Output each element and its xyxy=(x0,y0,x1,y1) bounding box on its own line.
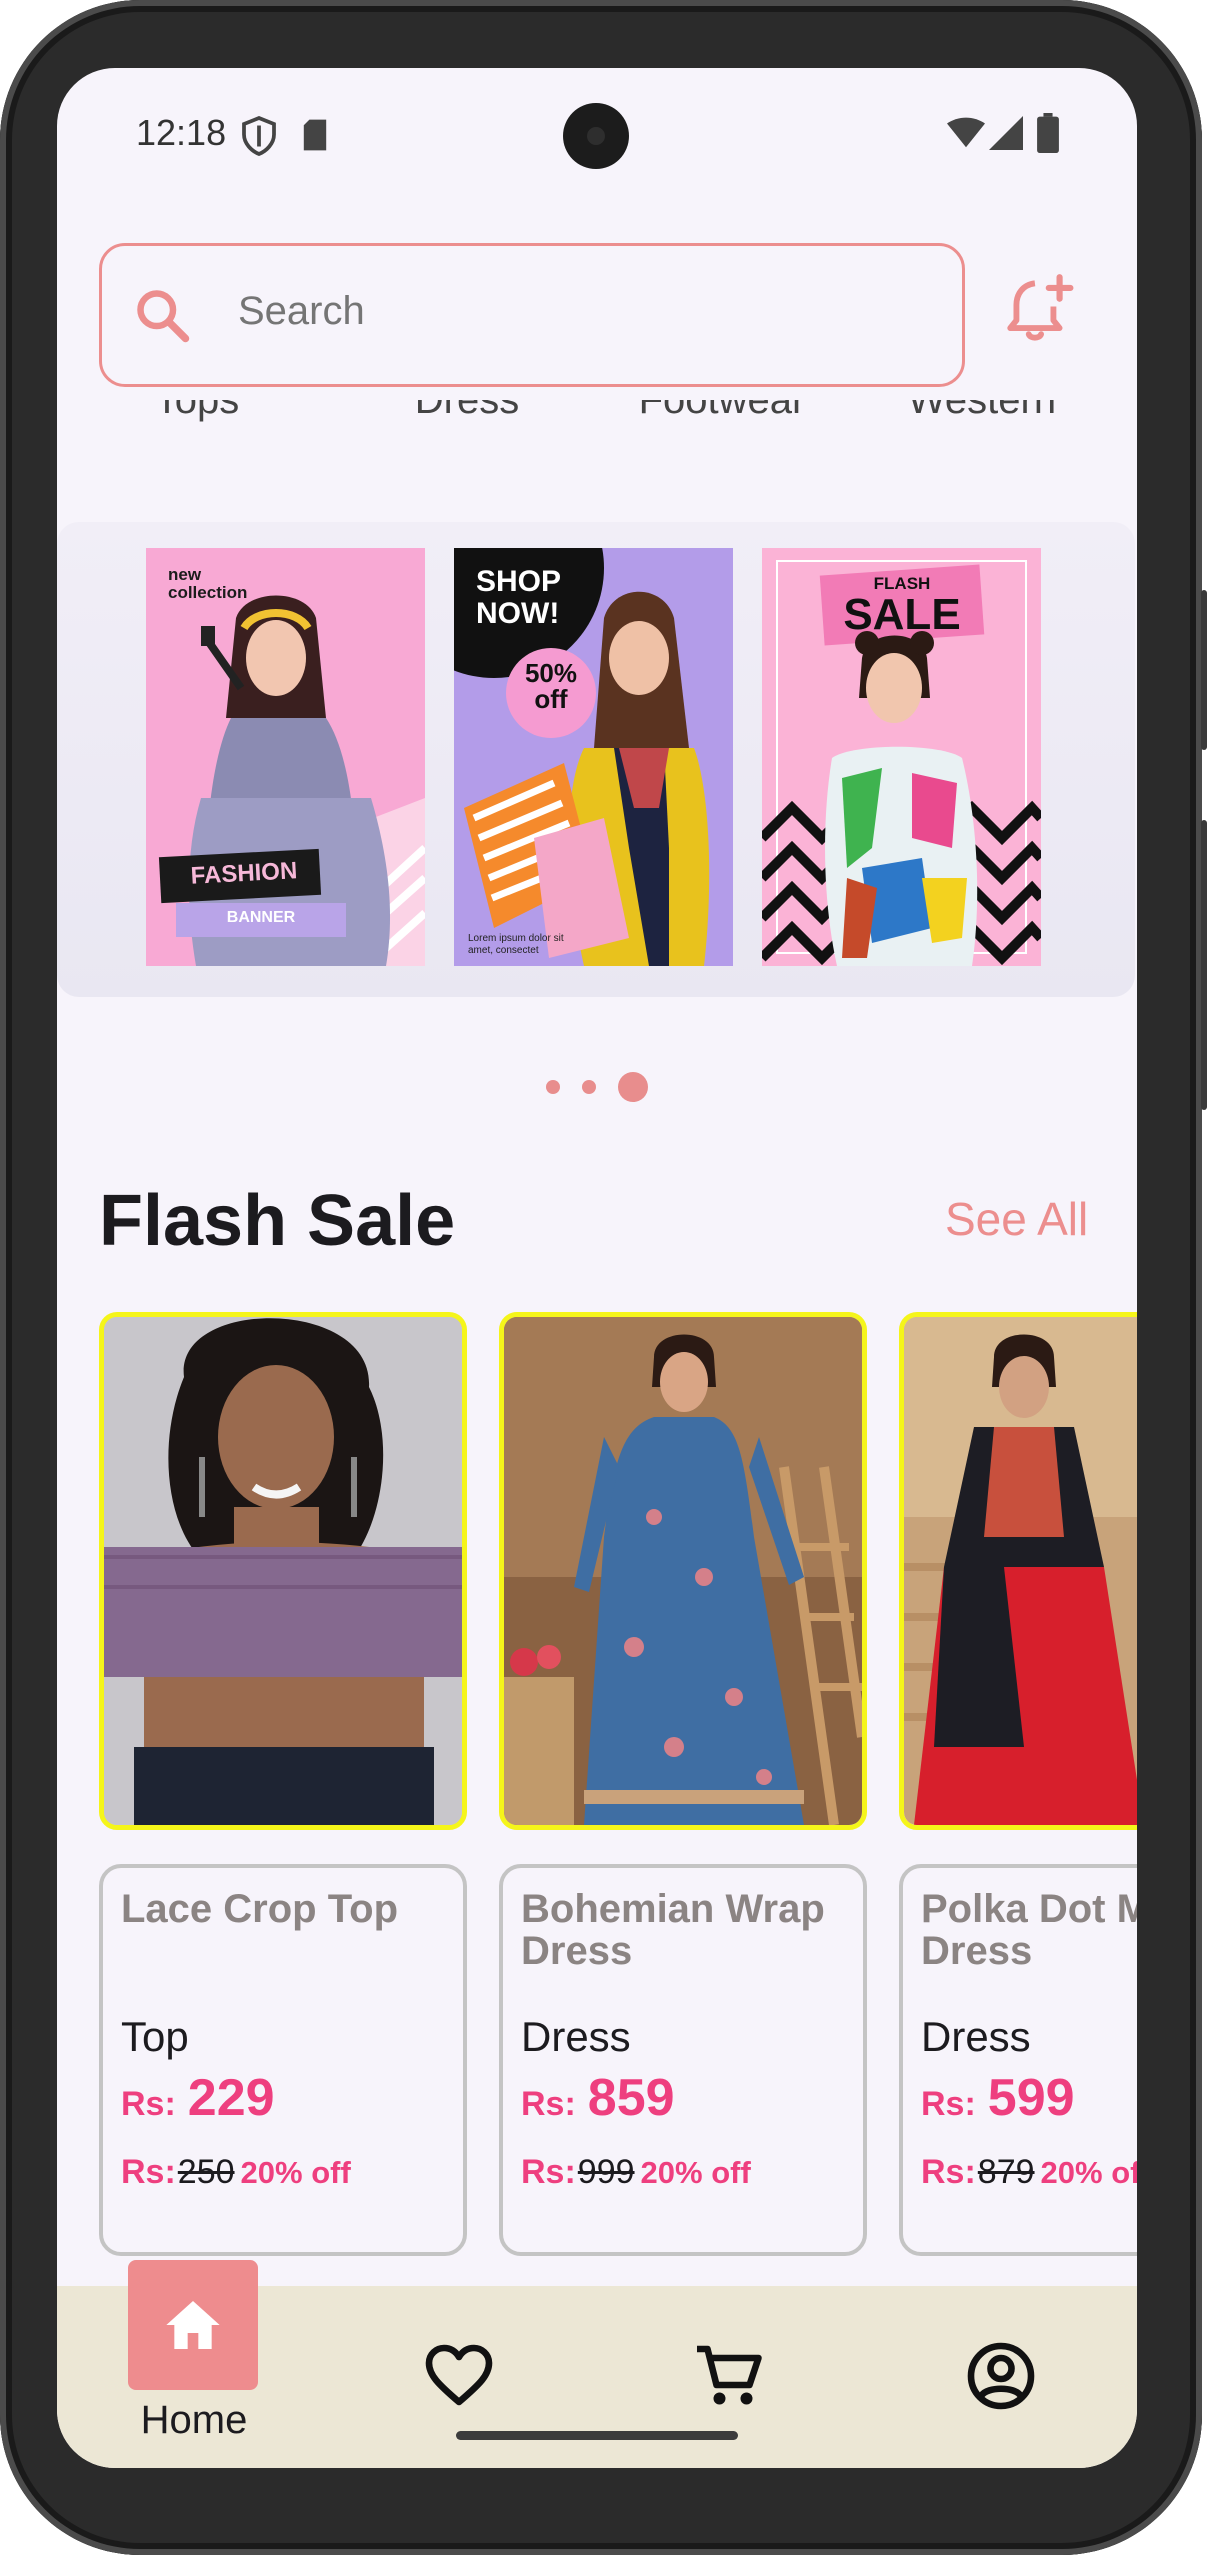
category-tops[interactable]: Tops xyxy=(97,400,297,423)
price-value: 859 xyxy=(587,2069,675,2127)
product-name-line1: Polka Dot M xyxy=(921,1887,1137,1931)
see-all-link[interactable]: See All xyxy=(945,1192,1088,1246)
product-photo xyxy=(904,1317,1137,1825)
status-time: 12:18 xyxy=(136,112,227,153)
category-strip: Tops Dress Footwear Western xyxy=(57,400,1137,434)
banner-fine-print: Lorem ipsum dolor sit amet, consectet xyxy=(468,933,564,957)
product-photo xyxy=(104,1317,462,1825)
product-name-line1: Bohemian Wrap xyxy=(521,1887,825,1931)
product-photo xyxy=(504,1317,862,1825)
original-price: Rs:999 20% off xyxy=(521,2153,751,2192)
discount-label: 20% off xyxy=(1040,2155,1137,2190)
product-image[interactable] xyxy=(899,1312,1137,1830)
search-icon xyxy=(137,290,190,343)
carousel-indicator xyxy=(57,1068,1137,1108)
price-value: 599 xyxy=(987,2069,1075,2127)
price-value: 229 xyxy=(187,2069,275,2127)
old-price-value: 999 xyxy=(577,2153,635,2191)
banner-sub: BANNER xyxy=(226,909,296,926)
banner-shop-now[interactable]: SHOP NOW! 50% off Lorem ipsum dolor sit … xyxy=(454,548,733,966)
product-name-line2: Dress xyxy=(521,1929,633,1973)
currency-label: Rs: xyxy=(521,2085,576,2123)
gesture-bar[interactable] xyxy=(456,2431,738,2440)
currency-label: Rs: xyxy=(121,2085,176,2123)
app-screen: 12:18 Search Tops Dress Footwear Western… xyxy=(57,68,1137,2468)
nav-home-label[interactable]: Home xyxy=(111,2398,277,2443)
heart-icon[interactable] xyxy=(423,2342,495,2408)
device-frame: 12:18 Search Tops Dress Footwear Western… xyxy=(0,0,1207,2555)
banner-headline-line2: NOW! xyxy=(476,597,560,630)
banner-headline-line1: SHOP xyxy=(476,565,562,598)
wifi-icon xyxy=(947,117,985,148)
product-category: Top xyxy=(121,2013,189,2060)
product-name: Polka Dot M Dress xyxy=(921,1888,1137,1972)
banner-discount-value: 50% xyxy=(524,658,578,688)
banner-discount: 50% off xyxy=(506,660,596,712)
front-camera xyxy=(563,103,629,169)
product-category: Dress xyxy=(521,2013,631,2060)
currency-label: Rs: xyxy=(921,2153,976,2191)
power-button xyxy=(1201,590,1207,750)
product-category: Dress xyxy=(921,2013,1031,2060)
product-name-line2: Dress xyxy=(921,1929,1033,1973)
flash-sale-title: Flash Sale xyxy=(99,1181,456,1261)
discount-label: 20% off xyxy=(640,2155,751,2190)
cart-icon[interactable] xyxy=(694,2340,766,2412)
product-price: Rs: 599 xyxy=(921,2068,1075,2128)
product-name: Bohemian Wrap Dress xyxy=(521,1888,861,1972)
product-image[interactable] xyxy=(99,1312,467,1830)
search-bar[interactable] xyxy=(99,243,965,387)
model-illustration xyxy=(762,631,1041,966)
banner-fine-print-line1: Lorem ipsum dolor sit xyxy=(468,933,564,944)
carousel-dot-active[interactable] xyxy=(618,1072,648,1102)
product-price: Rs: 859 xyxy=(521,2068,675,2128)
shield-icon xyxy=(242,116,276,156)
battery-icon xyxy=(1037,113,1059,153)
sd-card-icon xyxy=(303,119,327,151)
currency-label: Rs: xyxy=(521,2153,576,2191)
discount-label: 20% off xyxy=(240,2155,351,2190)
currency-label: Rs: xyxy=(921,2085,976,2123)
add-notification-icon[interactable] xyxy=(1001,271,1075,345)
volume-button xyxy=(1201,820,1207,1110)
product-card[interactable]: Polka Dot M Dress Dress Rs: 599 Rs:879 20%… xyxy=(899,1864,1137,2256)
banner-new-collection[interactable]: new collection FASHION BANNER xyxy=(146,548,425,966)
original-price: Rs:87920% off xyxy=(921,2153,1137,2192)
category-dress[interactable]: Dress xyxy=(367,400,567,423)
bottom-navigation: Home xyxy=(57,2260,1137,2468)
banner-headline: SHOP NOW! xyxy=(476,566,561,630)
currency-label: Rs: xyxy=(121,2153,176,2191)
category-western[interactable]: Western xyxy=(882,400,1082,423)
banner-flash-sale[interactable]: FLASH SALE xyxy=(762,548,1041,966)
product-card[interactable]: Lace Crop Top Top Rs: 229 Rs:250 20% off xyxy=(99,1864,467,2256)
old-price-value: 879 xyxy=(977,2153,1035,2191)
nav-home-button[interactable] xyxy=(128,2260,258,2390)
product-card[interactable]: Bohemian Wrap Dress Dress Rs: 859 Rs:999 2… xyxy=(499,1864,867,2256)
banner-discount-suffix: off xyxy=(534,684,568,714)
product-image[interactable] xyxy=(499,1312,867,1830)
status-bar: 12:18 xyxy=(57,68,1137,208)
product-name: Lace Crop Top xyxy=(121,1887,399,1931)
carousel-dot[interactable] xyxy=(582,1080,596,1094)
banner-fine-print-line2: amet, consectet xyxy=(468,945,539,956)
product-price: Rs: 229 xyxy=(121,2068,275,2128)
original-price: Rs:250 20% off xyxy=(121,2153,351,2192)
profile-icon[interactable] xyxy=(965,2340,1037,2412)
search-input[interactable] xyxy=(236,288,900,335)
category-footwear[interactable]: Footwear xyxy=(622,400,822,423)
old-price-value: 250 xyxy=(177,2153,235,2191)
carousel-dot[interactable] xyxy=(546,1080,560,1094)
home-icon xyxy=(166,2301,220,2349)
cellular-signal-icon xyxy=(989,116,1023,150)
